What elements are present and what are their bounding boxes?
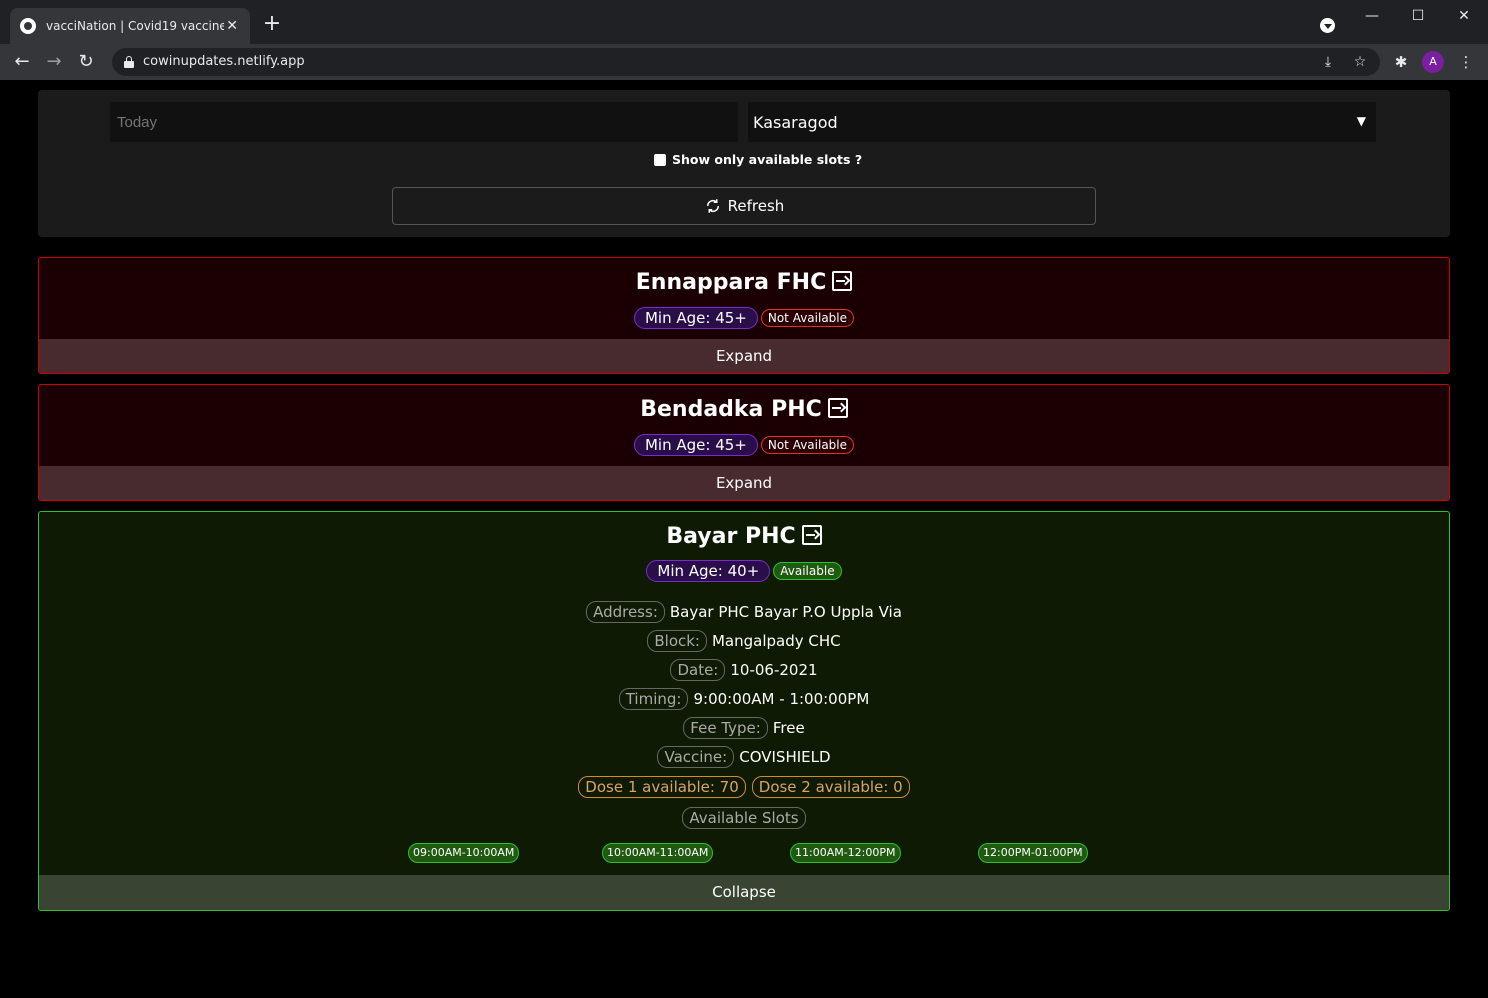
center-card: Bayar PHC Min Age: 40+ Available Address… [38,511,1450,911]
vaccine-row: Vaccine: COVISHIELD [39,746,1449,768]
address-bar[interactable]: cowinupdates.netlify.app ⤓ ☆ [112,48,1380,76]
timing-row: Timing: 9:00:00AM - 1:00:00PM [39,688,1449,710]
dose2-badge: Dose 2 available: 0 [751,776,910,798]
center-badges: Min Age: 45+ Not Available [39,434,1449,456]
block-row: Block: Mangalpady CHC [39,630,1449,652]
available-slots-label: Available Slots [682,807,806,829]
maximize-button[interactable]: ☐ [1395,0,1441,32]
available-only-checkbox[interactable] [654,153,666,166]
center-name-text: Bendadka PHC [640,397,822,422]
center-badges: Min Age: 45+ Not Available [39,307,1449,329]
available-only-label: Show only available slots ? [672,152,863,167]
lock-icon [124,56,134,68]
center-name: Bayar PHC [39,524,1449,549]
minimize-button[interactable]: — [1349,0,1395,32]
reload-icon[interactable]: ↻ [72,48,100,76]
block-label: Block: [647,630,707,652]
status-badge: Available [773,562,842,580]
browser-titlebar: vacciNation | Covid19 vaccine slo ✕ + — … [0,0,1488,44]
refresh-label: Refresh [727,197,785,215]
refresh-button[interactable]: Refresh [392,187,1096,225]
vaccine-value: COVISHIELD [739,748,831,766]
expand-button[interactable]: Expand [39,466,1449,500]
block-value: Mangalpady CHC [711,632,841,650]
date-row: Date: 10-06-2021 [39,659,1449,681]
available-only-toggle[interactable]: Show only available slots ? [654,152,862,167]
min-age-badge: Min Age: 40+ [646,560,771,582]
install-app-icon[interactable]: ⤓ [1318,52,1338,72]
refresh-icon [706,199,719,213]
slot-pill: 09:00AM-10:00AM [408,843,520,863]
new-tab-button[interactable]: + [260,12,284,36]
address-value: Bayar PHC Bayar P.O Uppla Via [669,603,902,621]
close-window-button[interactable]: ✕ [1441,0,1487,32]
profile-avatar[interactable]: A [1422,51,1444,73]
min-age-badge: Min Age: 45+ [633,307,758,329]
timing-value: 9:00:00AM - 1:00:00PM [693,690,870,708]
date-value: 10-06-2021 [730,661,818,679]
slot-pill: 11:00AM-12:00PM [790,843,901,863]
open-external-icon[interactable] [832,271,853,291]
fee-row: Fee Type: Free [39,717,1449,739]
tab-search-icon[interactable] [1320,18,1335,33]
dose1-badge: Dose 1 available: 70 [578,776,746,798]
center-name-text: Bayar PHC [666,524,796,549]
status-badge: Not Available [760,436,855,454]
open-external-icon[interactable] [801,525,822,545]
min-age-badge: Min Age: 45+ [633,434,758,456]
center-name-text: Ennappara FHC [635,270,827,295]
extensions-icon[interactable]: ✱ [1389,50,1413,74]
open-external-icon[interactable] [827,398,848,418]
chevron-down-icon: ▼ [1356,114,1366,128]
center-name: Ennappara FHC [39,270,1449,295]
back-icon[interactable]: ← [8,48,36,76]
district-selected-value: Kasaragod [753,112,838,132]
bookmark-star-icon[interactable]: ☆ [1350,52,1370,72]
forward-icon[interactable]: → [40,48,68,76]
url-text[interactable]: cowinupdates.netlify.app [143,54,305,69]
filter-panel: Kasaragod ▼ Show only available slots ? … [38,90,1450,237]
slot-pill: 10:00AM-11:00AM [602,843,714,863]
fee-value: Free [772,719,805,737]
slots-heading-row: Available Slots [39,807,1449,829]
date-label: Date: [670,659,726,681]
collapse-button[interactable]: Collapse [39,875,1449,910]
page-content: Kasaragod ▼ Show only available slots ? … [0,80,1488,998]
favicon-icon [20,18,36,34]
timing-label: Timing: [618,688,689,710]
close-tab-icon[interactable]: ✕ [224,18,240,34]
date-input[interactable] [110,102,738,142]
address-label: Address: [586,601,665,623]
fee-label: Fee Type: [683,717,768,739]
center-name: Bendadka PHC [39,397,1449,422]
slot-pill: 12:00PM-01:00PM [978,843,1088,863]
browser-toolbar: ← → ↻ cowinupdates.netlify.app ⤓ ☆ ✱ A ⋮ [0,44,1488,80]
center-card: Bendadka PHC Min Age: 45+ Not Available … [38,384,1450,501]
dose-row: Dose 1 available: 70 Dose 2 available: 0 [39,776,1449,798]
status-badge: Not Available [760,309,855,327]
tab-title: vacciNation | Covid19 vaccine slo [46,19,225,33]
expand-button[interactable]: Expand [39,339,1449,373]
center-badges: Min Age: 40+ Available [39,560,1449,582]
vaccine-label: Vaccine: [657,746,735,768]
address-row: Address: Bayar PHC Bayar P.O Uppla Via [39,601,1449,623]
menu-kebab-icon[interactable]: ⋮ [1454,50,1478,74]
center-card: Ennappara FHC Min Age: 45+ Not Available… [38,257,1450,374]
district-select[interactable]: Kasaragod ▼ [748,102,1376,142]
browser-tab[interactable]: vacciNation | Covid19 vaccine slo ✕ [10,8,250,44]
